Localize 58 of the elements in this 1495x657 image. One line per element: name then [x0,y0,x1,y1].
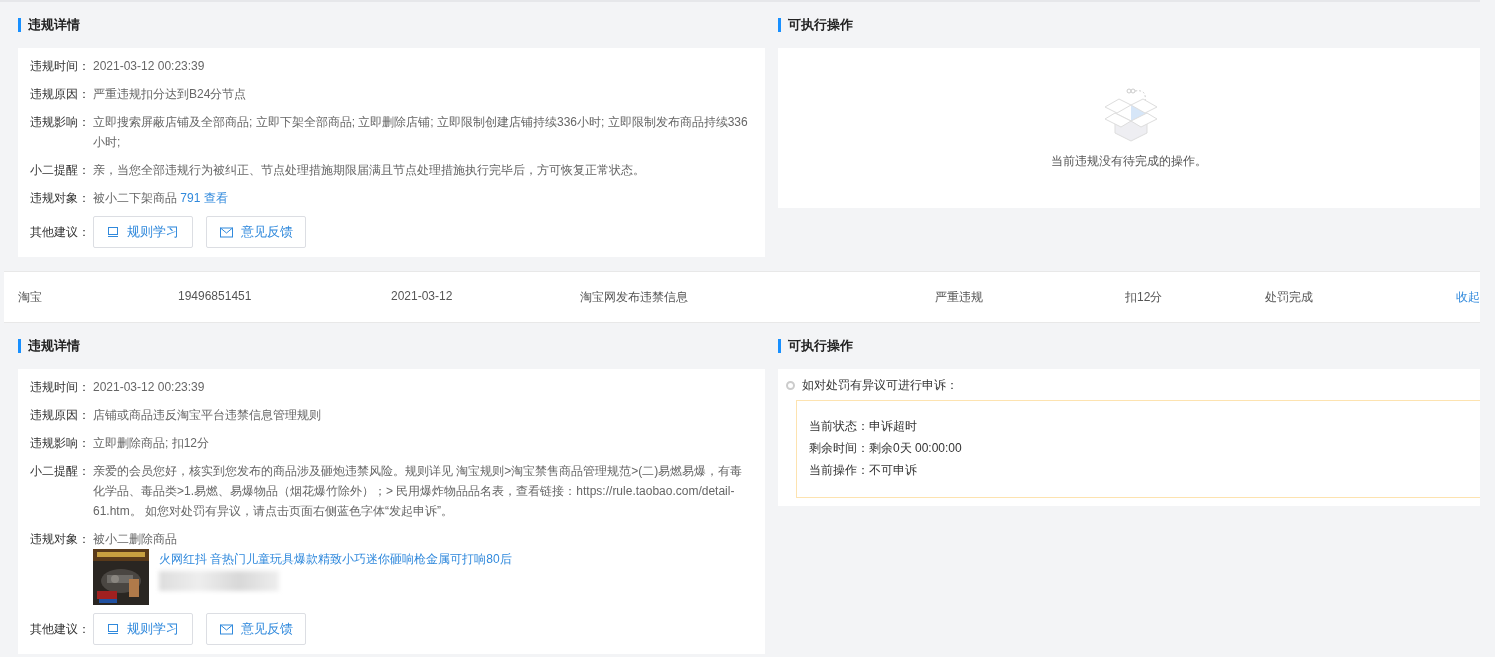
field-label: 违规影响： [30,114,91,131]
field-label: 其他建议： [30,621,91,638]
field-value: 2021-03-12 00:23:39 [93,59,205,73]
envelope-icon [219,623,233,635]
book-icon [107,623,119,635]
field-value: 立即删除商品; 扣12分 [93,436,209,450]
view-link[interactable]: 791 查看 [180,191,228,205]
field-label: 小二提醒： [30,162,91,179]
title-accent-bar [18,339,21,353]
field-label: 违规对象： [30,190,91,207]
field-label: 违规影响： [30,435,91,452]
product-link[interactable]: 火网红抖 音热门儿童玩具爆款精致小巧迷你砸响枪金属可打响80后 [159,549,512,569]
empty-box-icon [1103,86,1159,143]
section-title: 违规详情 [28,16,80,34]
field-label: 违规时间： [30,58,91,75]
status-label: 剩余时间： [809,441,869,455]
title-accent-bar [778,18,781,32]
table-cell: 严重违规 [935,289,983,306]
status-value: 剩余0天 00:00:00 [869,441,962,455]
table-cell: 扣12分 [1125,289,1163,306]
title-accent-bar [778,339,781,353]
table-cell: 19496851451 [178,289,252,303]
field-label: 违规原因： [30,86,91,103]
status-label: 当前操作： [809,463,869,477]
table-cell: 淘宝 [18,289,42,306]
suggestion-button[interactable]: 意见反馈 [206,613,306,645]
field-label: 违规原因： [30,407,91,424]
appeal-prompt: 如对处罚有异议可进行申诉： [802,377,958,394]
field-label: 违规对象： [30,531,91,548]
envelope-icon [219,226,233,238]
suggestion-button[interactable]: 意见反馈 [206,216,306,248]
status-value: 申诉超时 [869,419,917,433]
table-cell: 2021-03-12 [391,289,453,303]
section-title: 可执行操作 [788,16,853,34]
book-icon [107,226,119,238]
table-cell: 淘宝网发布违禁信息 [580,289,688,306]
field-value: 被小二删除商品 [93,532,177,546]
field-value: 被小二下架商品 [93,191,177,205]
field-value: 亲，当您全部违规行为被纠正、节点处理措施期限届满且节点处理措施执行完毕后，方可恢复正常状态。 [93,163,645,177]
field-value: 立即搜索屏蔽店铺及全部商品; 立即下架全部商品; 立即删除店铺; 立即限制创建店铺持续336小时; 立即限制发布商品持续336小时; [93,115,748,149]
field-value: 2021-03-12 00:23:39 [93,380,205,394]
collapse-link[interactable]: 收起 [1456,289,1480,306]
field-value: 亲爱的会员您好，核实到您发布的商品涉及砸炮违禁风险。规则详见 淘宝规则>淘宝禁售商品管理规范>(二)易燃易爆，有毒化学品、毒品类>1.易燃、易爆物品（烟花爆竹除外）；> 民用爆炸物品品名表，查看链接：https://rule.taobao.com/detail-61.htm。 如您对处罚有异议，请点击页面右侧蓝色字体“发起申诉”。 [93,464,743,518]
field-value: 严重违规扣分达到B24分节点 [93,87,247,101]
section-title: 违规详情 [28,337,80,355]
status-label: 当前状态： [809,419,869,433]
table-cell: 处罚完成 [1265,289,1313,306]
field-label: 小二提醒： [30,463,91,480]
title-accent-bar [18,18,21,32]
bullet-icon [786,380,795,390]
empty-message: 当前违规没有待完成的操作。 [1051,152,1207,170]
field-value: 店铺或商品违反淘宝平台违禁信息管理规则 [93,408,321,422]
suggestion-button[interactable]: 规则学习 [93,216,193,248]
field-label: 违规时间： [30,379,91,396]
status-value: 不可申诉 [869,463,917,477]
section-title: 可执行操作 [788,337,853,355]
suggestion-button[interactable]: 规则学习 [93,613,193,645]
field-label: 其他建议： [30,224,91,241]
